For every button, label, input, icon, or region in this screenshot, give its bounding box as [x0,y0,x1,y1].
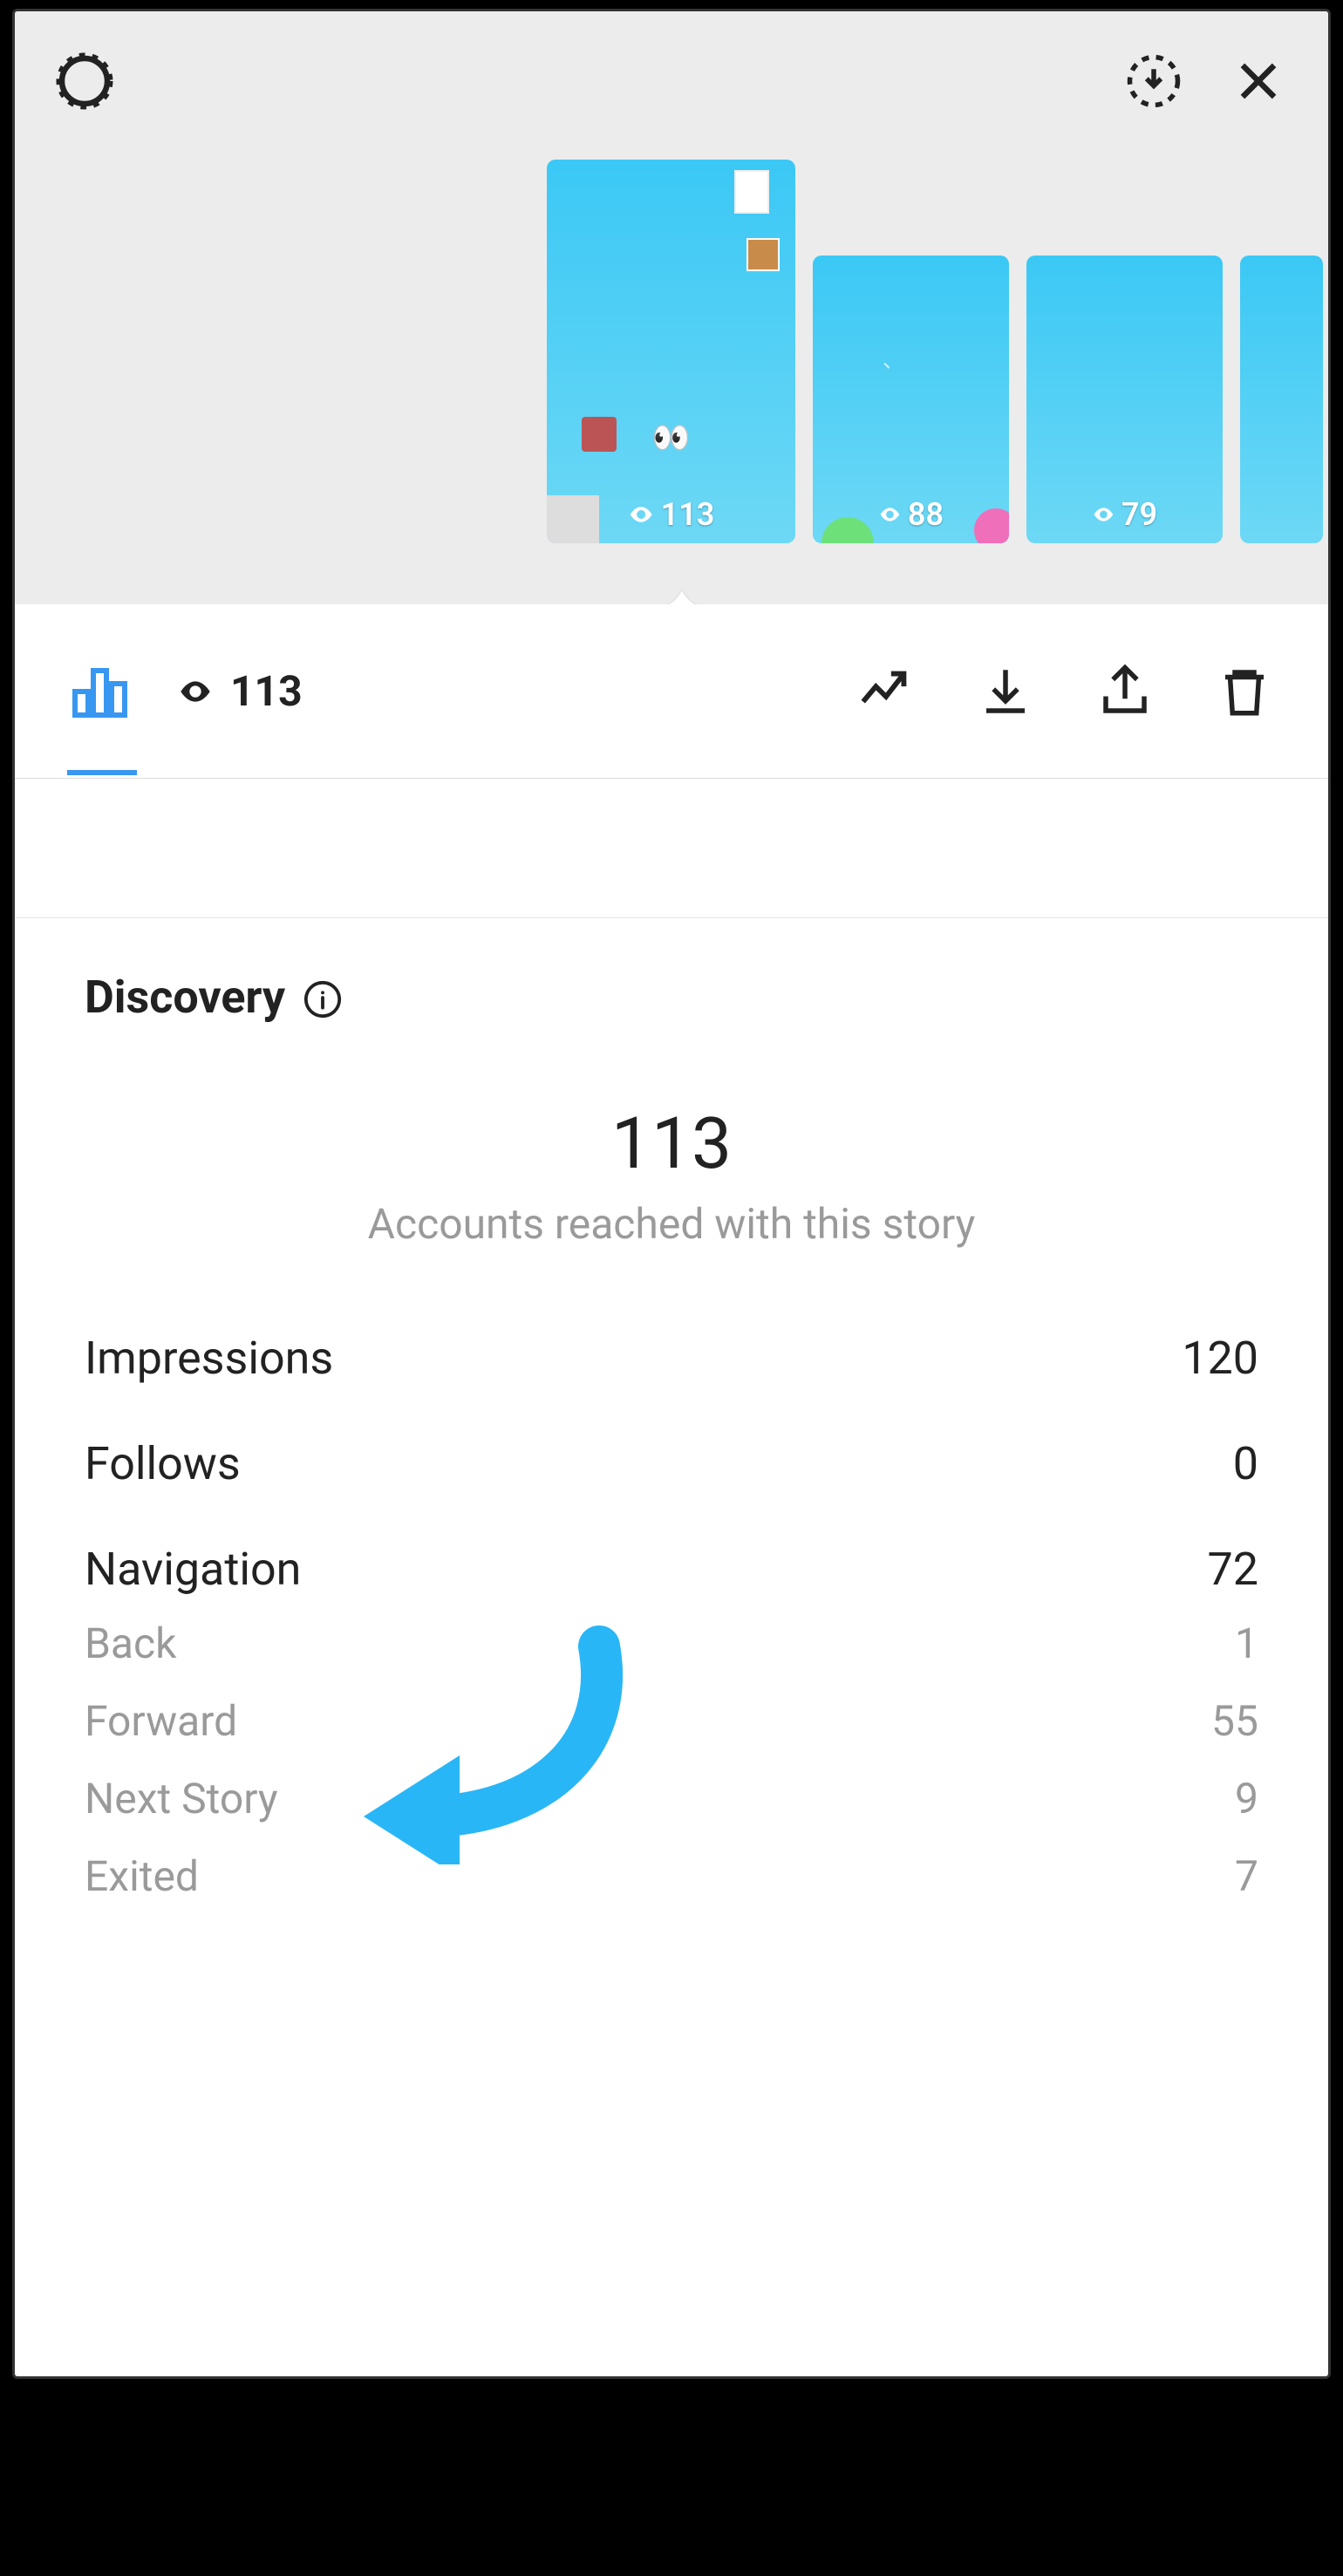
download-circle-icon [1125,52,1183,110]
eye-icon [878,503,901,526]
sticker-icon [547,495,599,543]
discovery-title: Discovery [85,971,285,1024]
stat-label: Follows [85,1437,241,1490]
info-icon [303,979,343,1019]
view-count-value: 113 [661,496,715,533]
stat-value: 9 [1235,1774,1258,1823]
eye-icon [178,674,213,709]
stat-value: 72 [1208,1543,1258,1596]
eye-icon [1092,503,1115,526]
thumbnail-view-count: 88 [878,496,944,533]
selected-pointer [656,583,708,607]
thumbnail-view-count: 113 [628,496,715,533]
story-thumbnails-strip[interactable]: 👀 113 、 88 79 [547,160,1323,543]
discovery-section: Discovery 113 Accounts reached with this… [15,918,1328,1964]
sticker-icon [582,417,617,452]
view-count-value: 113 [230,666,303,716]
trash-icon [1216,663,1273,720]
promote-button[interactable] [855,660,917,723]
stat-nav-back: Back 1 [85,1619,1258,1668]
insights-toolbar: 113 [15,604,1328,779]
stat-nav-next-story: Next Story 9 [85,1774,1258,1823]
stat-value: 1 [1235,1619,1258,1668]
app-frame: 👀 113 、 88 79 [12,9,1331,2379]
tab-insights[interactable] [67,660,130,723]
stat-nav-exited: Exited 7 [85,1851,1258,1901]
share-button[interactable] [1094,660,1156,723]
view-count-value: 79 [1121,496,1157,533]
story-thumbnail[interactable]: 79 [1026,256,1223,543]
share-icon [1096,663,1154,720]
stories-header: 👀 113 、 88 79 [15,11,1328,604]
view-count-value: 88 [908,496,944,533]
stat-label: Back [85,1619,176,1668]
story-thumbnail-selected[interactable]: 👀 113 [547,160,795,543]
bar-chart-icon [67,659,130,724]
decorative-dot [821,517,874,543]
total-views[interactable]: 113 [178,666,303,716]
trend-up-icon [856,661,917,722]
story-thumbnail-partial[interactable] [1240,256,1323,543]
thumbnail-view-count: 79 [1092,496,1157,533]
decorative-mark: 、 [883,343,903,373]
stat-label: Exited [85,1851,199,1901]
gear-icon [51,47,119,115]
header-actions [1119,46,1293,116]
sticker-icon [746,238,780,271]
eye-icon [628,501,654,528]
close-button[interactable] [1224,46,1293,116]
reach-count: 113 [85,1102,1258,1186]
stat-impressions: Impressions 120 [85,1332,1258,1385]
delete-button[interactable] [1213,660,1276,723]
story-thumbnail[interactable]: 、 88 [813,256,1009,543]
decorative-dot [974,508,1009,543]
settings-button[interactable] [50,46,119,116]
save-button[interactable] [974,660,1037,723]
stat-nav-forward: Forward 55 [85,1696,1258,1746]
download-all-button[interactable] [1119,46,1189,116]
stat-value: 0 [1233,1437,1258,1490]
sticker-icon [734,170,769,214]
stat-label: Navigation [85,1543,301,1596]
eyes-emoji: 👀 [651,419,691,456]
stat-navigation: Navigation 72 [85,1543,1258,1596]
stat-follows: Follows 0 [85,1437,1258,1490]
stat-label: Impressions [85,1332,333,1385]
spacer-strip [15,779,1328,918]
reach-caption: Accounts reached with this story [85,1199,1258,1249]
info-button[interactable] [303,978,343,1018]
stat-value: 7 [1235,1851,1258,1901]
close-icon [1231,54,1285,108]
stat-value: 55 [1211,1696,1258,1746]
stat-label: Forward [85,1696,237,1746]
stat-label: Next Story [85,1774,278,1823]
stat-value: 120 [1182,1332,1258,1385]
header-top-bar [15,29,1328,133]
download-icon [977,663,1034,720]
section-title-row: Discovery [85,971,1258,1024]
